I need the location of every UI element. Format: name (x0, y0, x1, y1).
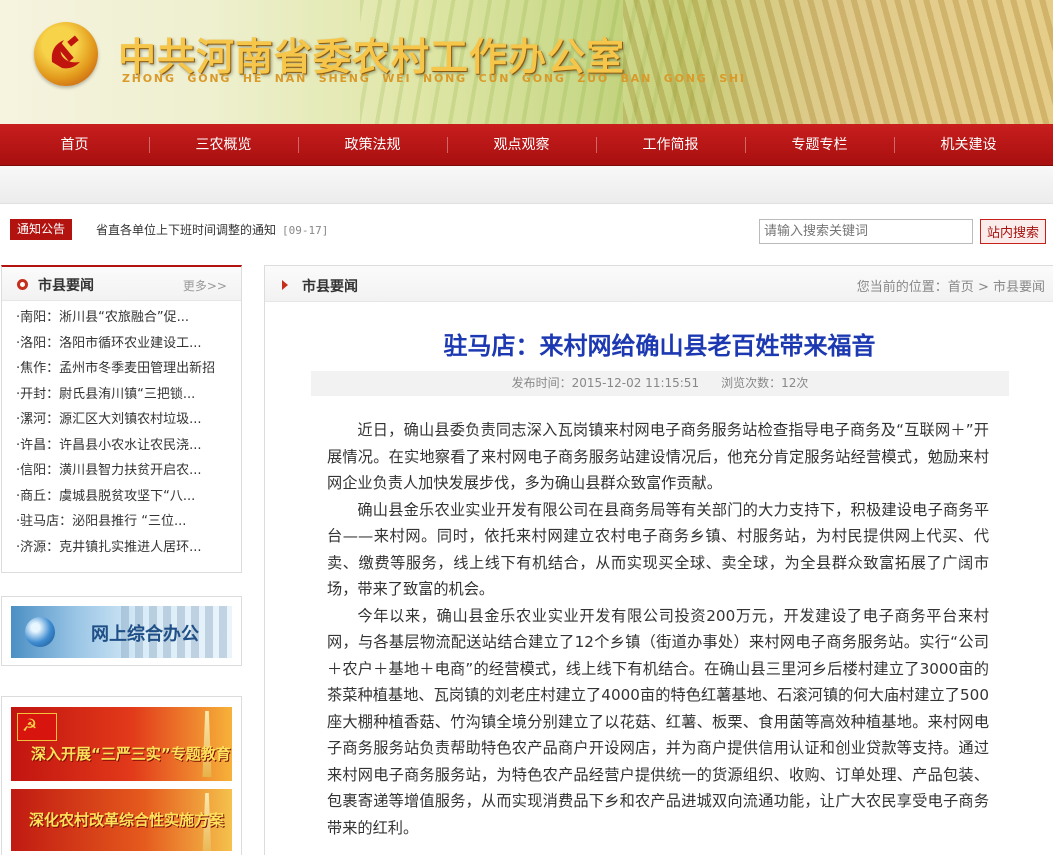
list-item[interactable]: ·漯河：源汇区大刘镇农村垃圾... (16, 407, 221, 433)
breadcrumb-current[interactable]: 市县要闻 (993, 280, 1045, 295)
section-title: 市县要闻 (302, 279, 358, 295)
sub-nav-bar (0, 166, 1053, 204)
rural-reform-banner[interactable]: 深化农村改革综合性实施方案 (11, 789, 232, 851)
search-input[interactable] (759, 219, 973, 244)
list-item[interactable]: ·济源：克井镇扎实推进人居环... (16, 535, 221, 561)
breadcrumb: 您当前的位置：首页 > 市县要闻 (857, 276, 1045, 295)
sidebar-news-box: 市县要闻 更多>> ·南阳：淅川县“农旅融合”促... ·洛阳：洛阳市循环农业建… (1, 265, 242, 573)
publish-time: 发布时间：2015-12-02 11:15:51 (511, 376, 700, 390)
online-office-banner[interactable]: 网上综合办公 (11, 606, 232, 658)
article-body: 近日，确山县委负责同志深入瓦岗镇来村网电子商务服务站检查指导电子商务及“互联网＋… (327, 417, 989, 841)
circle-bullet-icon (17, 279, 28, 290)
breadcrumb-prefix: 您当前的位置： (856, 280, 948, 295)
sidebar-news-header: 市县要闻 更多>> (2, 267, 241, 301)
list-item[interactable]: ·许昌：许昌县小农水让农民浇... (16, 433, 221, 459)
main-nav: 首页 三农概览 政策法规 观点观察 工作简报 专题专栏 机关建设 (0, 124, 1053, 166)
nav-item-work-briefs[interactable]: 工作简报 (596, 124, 745, 166)
article-paragraph: 近日，确山县委负责同志深入瓦岗镇来村网电子商务服务站检查指导电子商务及“互联网＋… (327, 421, 989, 492)
article-panel: 市县要闻 您当前的位置：首页 > 市县要闻 驻马店：来村网给确山县老百姓带来福音… (264, 265, 1053, 855)
online-office-label: 网上综合办公 (91, 624, 199, 645)
breadcrumb-home[interactable]: 首页 (948, 280, 974, 295)
nav-item-viewpoints[interactable]: 观点观察 (447, 124, 596, 166)
list-item[interactable]: ·焦作：孟州市冬季麦田管理出新招 (16, 356, 221, 382)
three-stricts-banner[interactable]: 深入开展“三严三实”专题教育 (11, 707, 232, 781)
article-paragraph: 确山县金乐农业实业开发有限公司在县商务局等有关部门的大力支持下，积极建设电子商务… (327, 500, 989, 599)
site-search-button[interactable]: 站内搜索 (980, 219, 1046, 244)
nav-item-sannong-overview[interactable]: 三农概览 (149, 124, 298, 166)
three-stricts-label: 深入开展“三严三实”专题教育 (31, 745, 231, 763)
globe-icon (25, 617, 55, 647)
notice-date: [09-17] (282, 224, 329, 237)
party-emblem-icon (34, 22, 98, 86)
more-link[interactable]: 更多>> (183, 277, 227, 294)
nav-item-home[interactable]: 首页 (0, 124, 149, 166)
sidebar-news-title: 市县要闻 (38, 278, 94, 294)
header-banner: 中共河南省委农村工作办公室 ZHONG GONG HE NAN SHENG WE… (0, 0, 1053, 124)
article-title: 驻马店：来村网给确山县老百姓带来福音 (443, 331, 876, 360)
breadcrumb-separator: > (973, 280, 993, 295)
article-paragraph: 今年以来，确山县金乐农业实业开发有限公司投资200万元，开发建设了电子商务平台来… (327, 606, 989, 837)
nav-item-special-topics[interactable]: 专题专栏 (745, 124, 894, 166)
list-item[interactable]: ·南阳：淅川县“农旅融合”促... (16, 305, 221, 331)
article-panel-header: 市县要闻 您当前的位置：首页 > 市县要闻 (265, 266, 1053, 302)
list-item[interactable]: ·开封：尉氏县洧川镇“三把锁... (16, 382, 221, 408)
online-office-promo-box: 网上综合办公 (1, 596, 242, 666)
notice-link[interactable]: 省直各单位上下班时间调整的通知 [09-17] (96, 221, 328, 238)
article-meta: 发布时间：2015-12-02 11:15:51 浏览次数：12次 (311, 371, 1009, 396)
list-item[interactable]: ·洛阳：洛阳市循环农业建设工... (16, 331, 221, 357)
site-pinyin: ZHONG GONG HE NAN SHENG WEI NONG CUN GON… (122, 72, 746, 85)
list-item[interactable]: ·商丘：虞城县脱贫攻坚下“八... (16, 484, 221, 510)
notice-title[interactable]: 省直各单位上下班时间调整的通知 (96, 223, 276, 237)
feature-banners-box: 深入开展“三严三实”专题教育 深化农村改革综合性实施方案 (1, 696, 242, 855)
nav-item-policy[interactable]: 政策法规 (298, 124, 447, 166)
triangle-arrow-icon (282, 280, 288, 290)
notice-label: 通知公告 (10, 219, 73, 240)
sidebar-news-list: ·南阳：淅川县“农旅融合”促... ·洛阳：洛阳市循环农业建设工... ·焦作：… (2, 301, 241, 560)
party-flag-icon (17, 713, 57, 741)
list-item[interactable]: ·驻马店：泌阳县推行 “三位... (16, 509, 221, 535)
view-count: 浏览次数：12次 (721, 376, 809, 390)
nav-item-party-building[interactable]: 机关建设 (894, 124, 1043, 166)
list-item[interactable]: ·信阳：潢川县智力扶贫开启农... (16, 458, 221, 484)
rural-reform-label: 深化农村改革综合性实施方案 (29, 811, 225, 829)
banner-wheat-decoration (623, 0, 1053, 124)
